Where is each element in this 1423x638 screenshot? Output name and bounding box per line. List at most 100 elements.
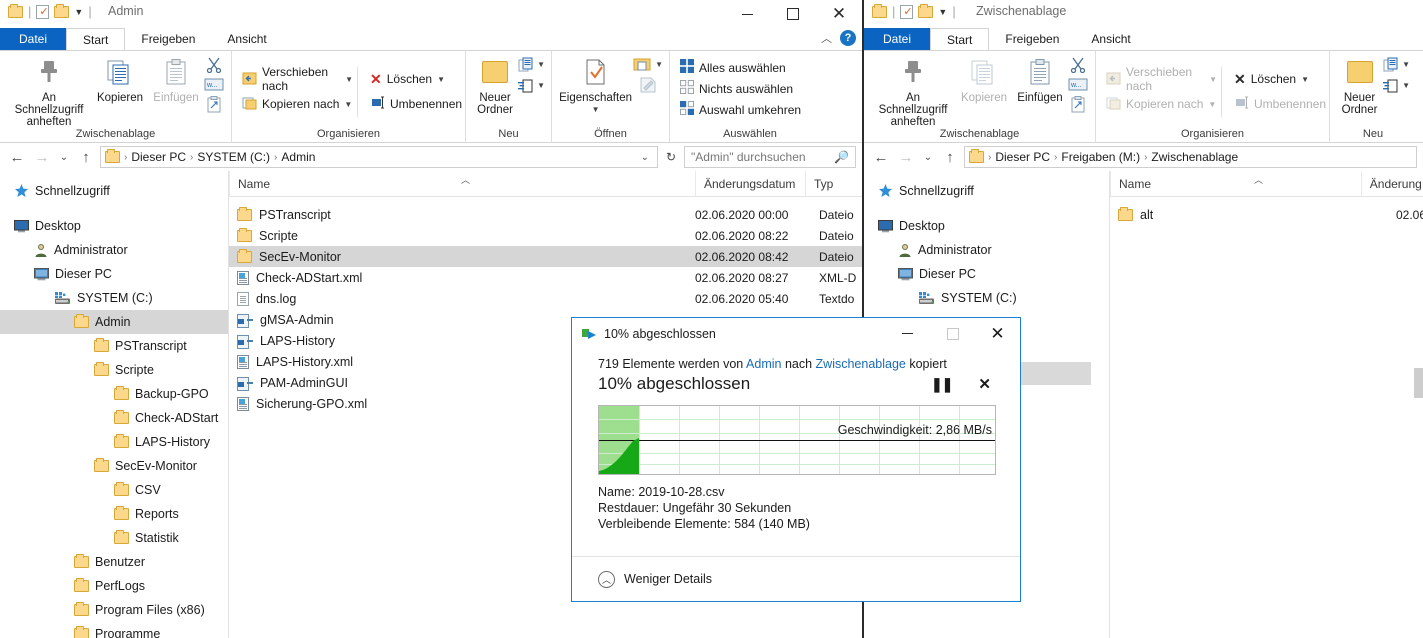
easy-access-icon[interactable]: ▼	[518, 78, 545, 93]
copy-path-icon[interactable]: w...	[1068, 78, 1088, 94]
paste-shortcut-icon[interactable]	[1070, 96, 1086, 116]
maximize-button[interactable]	[770, 0, 816, 28]
tab-datei[interactable]: Datei	[0, 28, 67, 50]
paste-shortcut-icon[interactable]	[206, 96, 222, 116]
tab-freigeben[interactable]: Freigeben	[125, 28, 211, 50]
chevron-down-icon[interactable]: ▼	[1402, 81, 1410, 90]
table-row[interactable]: dns.log 02.06.2020 05:40 Textdo	[229, 288, 862, 309]
nav-item-perflogs[interactable]: PerfLogs	[0, 574, 228, 598]
pause-icon[interactable]: ❚❚	[931, 376, 953, 393]
chevron-down-icon[interactable]: ▼	[537, 81, 545, 90]
properties-check-icon[interactable]: ✓	[36, 4, 50, 19]
chevron-down-icon[interactable]: ▼	[537, 60, 545, 69]
up-button[interactable]: ↑	[939, 146, 961, 168]
dialog-close-button[interactable]: ✕	[975, 318, 1020, 349]
quick-access-toolbar[interactable]: | ✓ ▼ |	[872, 3, 956, 19]
cut-icon[interactable]	[205, 57, 223, 76]
nav-item-schnellzugriff[interactable]: Schnellzugriff	[0, 179, 228, 203]
pin-to-quick-access-button[interactable]: An Schnellzugriff anheften	[6, 55, 92, 128]
new-folder-button[interactable]: Neuer Ordner	[472, 55, 518, 116]
nav-item-benutzer[interactable]: Benutzer	[0, 550, 228, 574]
select-all-button[interactable]: Alles auswählen	[676, 57, 805, 78]
breadcrumb-item-0[interactable]: Dieser PC	[131, 150, 186, 164]
nav-item-check-adstart[interactable]: Check-ADStart	[0, 406, 228, 430]
cancel-icon[interactable]: ✕	[978, 375, 991, 393]
forward-button[interactable]: →	[31, 146, 53, 168]
copy-to-button[interactable]: Kopieren nach ▼	[1102, 92, 1221, 117]
move-to-button[interactable]: Verschieben nach ▼	[1102, 65, 1221, 93]
copy-button[interactable]: Kopieren	[92, 55, 148, 104]
up-button[interactable]: ↑	[75, 146, 97, 168]
nav-item-schnellzugriff[interactable]: Schnellzugriff	[864, 179, 1109, 203]
chevron-down-icon[interactable]: ▼	[437, 75, 445, 84]
tab-ansicht[interactable]: Ansicht	[211, 28, 282, 50]
breadcrumb-item-1[interactable]: SYSTEM (C:)	[197, 150, 270, 164]
copy-button[interactable]: Kopieren	[956, 55, 1012, 104]
nav-item-dieser-pc[interactable]: Dieser PC	[0, 262, 228, 286]
column-header-type[interactable]: Typ	[805, 171, 855, 197]
copy-to-button[interactable]: Kopieren nach ▼	[238, 92, 357, 117]
nav-item-administrator[interactable]: Administrator	[864, 238, 1109, 262]
chevron-down-icon[interactable]: ▼	[344, 100, 352, 109]
search-input[interactable]: "Admin" durchsuchen 🔎	[684, 146, 856, 168]
paste-button[interactable]: Einfügen	[148, 55, 204, 104]
chevron-down-icon[interactable]: ▼	[1301, 75, 1309, 84]
copy-path-icon[interactable]: w...	[204, 78, 224, 94]
nav-item-pstranscript[interactable]: PSTranscript	[0, 334, 228, 358]
scrollbar-thumb[interactable]	[1414, 368, 1423, 398]
nav-item-admin[interactable]: Admin	[0, 310, 228, 334]
breadcrumb-item-2[interactable]: Admin	[281, 150, 315, 164]
new-folder-icon[interactable]	[54, 3, 70, 18]
rename-button[interactable]: Umbenennen	[366, 92, 462, 117]
tab-start[interactable]: Start	[66, 28, 126, 50]
recent-locations-icon[interactable]: ⌄	[920, 146, 936, 168]
table-row[interactable]: Scripte 02.06.2020 08:22 Dateio	[229, 225, 862, 246]
forward-button[interactable]: →	[895, 146, 917, 168]
nav-item-dieser-pc[interactable]: Dieser PC	[864, 262, 1109, 286]
tab-datei[interactable]: Datei	[864, 28, 931, 50]
table-row[interactable]: Check-ADStart.xml 02.06.2020 08:27 XML-D	[229, 267, 862, 288]
chevron-down-icon[interactable]: ▼	[592, 104, 600, 116]
nav-item-reports[interactable]: Reports	[0, 502, 228, 526]
back-button[interactable]: ←	[870, 146, 892, 168]
help-icon[interactable]: ?	[840, 30, 856, 46]
delete-button[interactable]: ✕ Löschen ▼	[366, 67, 459, 92]
breadcrumb-item-1[interactable]: Freigaben (M:)	[1061, 150, 1140, 164]
new-item-icon[interactable]: ▼	[518, 57, 545, 72]
nav-item-csv[interactable]: CSV	[0, 478, 228, 502]
quick-access-toolbar[interactable]: | ✓ ▼ |	[8, 3, 92, 19]
chevron-down-icon[interactable]: ▼	[345, 75, 353, 84]
nav-item-backup-gpo[interactable]: Backup-GPO	[0, 382, 228, 406]
chevron-down-icon[interactable]: ▼	[938, 7, 947, 17]
tab-start[interactable]: Start	[930, 28, 990, 50]
cut-icon[interactable]	[1069, 57, 1087, 76]
tab-freigeben[interactable]: Freigeben	[989, 28, 1075, 50]
properties-button[interactable]: Eigenschaften ▼	[558, 55, 633, 116]
table-row[interactable]: alt 02.06.2020	[1110, 204, 1423, 225]
chevron-down-icon[interactable]: ▼	[1208, 100, 1216, 109]
breadcrumb[interactable]: › Dieser PC › Freigaben (M:) › Zwischena…	[964, 146, 1417, 168]
new-folder-button[interactable]: Neuer Ordner	[1336, 55, 1383, 116]
move-to-button[interactable]: Verschieben nach ▼	[238, 65, 357, 93]
minimize-button[interactable]	[724, 0, 770, 28]
tab-ansicht[interactable]: Ansicht	[1075, 28, 1146, 50]
chevron-down-icon[interactable]: ▼	[1402, 60, 1410, 69]
nav-item-scripte[interactable]: Scripte	[0, 358, 228, 382]
chevron-down-icon[interactable]: ▼	[74, 7, 83, 17]
chevron-down-icon[interactable]: ⌄	[641, 152, 653, 163]
paste-button[interactable]: Einfügen	[1012, 55, 1068, 104]
breadcrumb-item-0[interactable]: Dieser PC	[995, 150, 1050, 164]
folder-icon[interactable]	[8, 3, 23, 18]
nav-item-desktop[interactable]: Desktop	[0, 214, 228, 238]
target-link[interactable]: Zwischenablage	[816, 357, 906, 371]
collapse-ribbon-icon[interactable]: ︿	[821, 30, 832, 46]
invert-selection-button[interactable]: Auswahl umkehren	[676, 99, 805, 120]
recent-locations-icon[interactable]: ⌄	[56, 146, 72, 168]
breadcrumb-item-2[interactable]: Zwischenablage	[1151, 150, 1238, 164]
delete-button[interactable]: ✕ Löschen ▼	[1230, 67, 1323, 92]
pin-to-quick-access-button[interactable]: An Schnellzugriff anheften	[870, 55, 956, 128]
source-link[interactable]: Admin	[746, 357, 781, 371]
nav-item-secev-monitor[interactable]: SecEv-Monitor	[0, 454, 228, 478]
chevron-down-icon[interactable]: ▼	[655, 60, 663, 69]
nav-item-programme[interactable]: Programme	[0, 622, 228, 638]
